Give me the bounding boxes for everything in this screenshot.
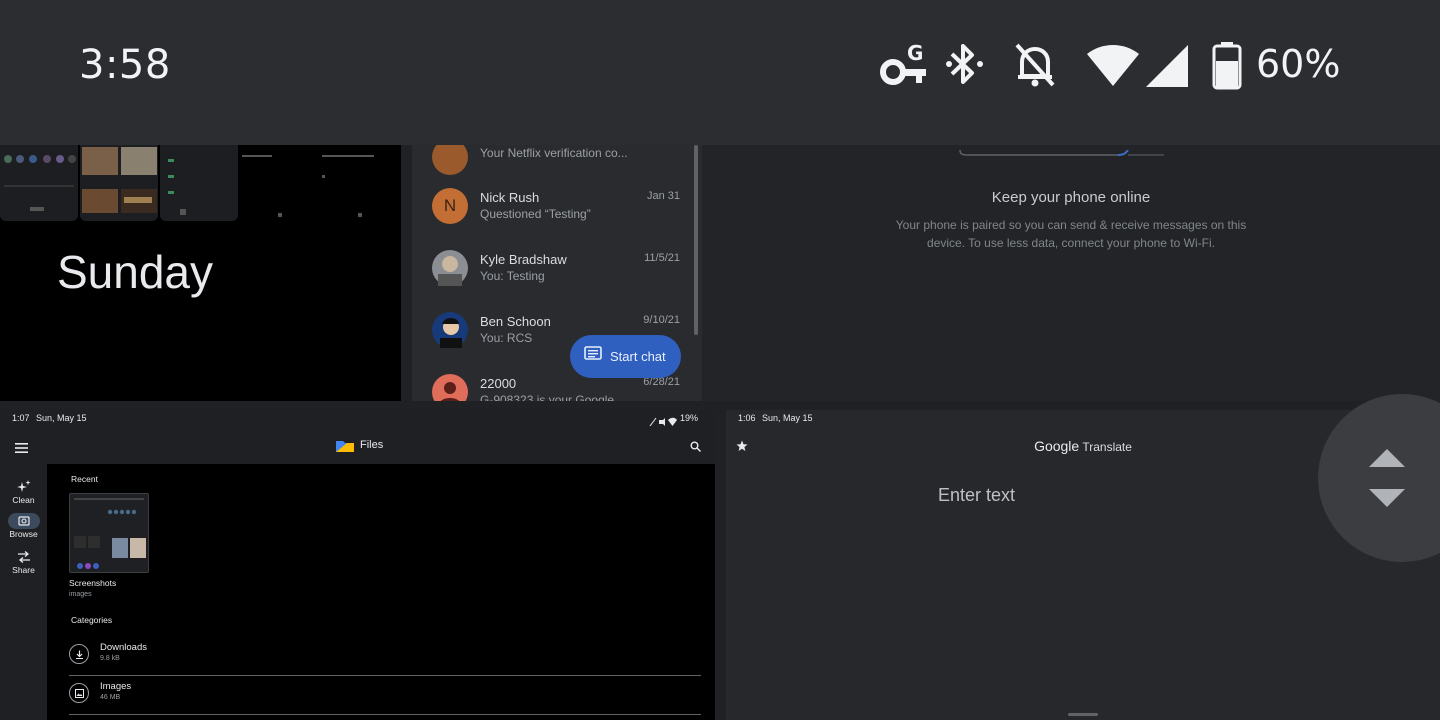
day-title: Sunday xyxy=(57,246,214,298)
status-clock: 3:58 xyxy=(79,42,171,88)
conversation-name: Ben Schoon xyxy=(480,314,551,329)
battery-icon xyxy=(1210,40,1244,95)
messages-web-window[interactable]: Keep your phone online Your phone is pai… xyxy=(702,145,1440,401)
categories-label: Categories xyxy=(71,615,113,625)
browse-icon xyxy=(7,513,40,529)
recent-item-type: images xyxy=(69,591,92,598)
rail-item-share[interactable]: Share xyxy=(0,551,47,575)
avatar xyxy=(432,250,468,286)
thumbnail xyxy=(240,145,318,221)
files-logo-icon xyxy=(335,438,355,458)
category-name: Downloads xyxy=(100,642,147,653)
rail-item-browse[interactable]: Browse xyxy=(0,513,47,539)
conversation-snippet: You: RCS xyxy=(480,331,533,345)
status-battery: 19% xyxy=(680,413,699,423)
recent-label: Recent xyxy=(71,474,98,484)
scroll-up-icon[interactable] xyxy=(1369,448,1405,473)
files-main-content: Recent Screenshots images Categories Dow… xyxy=(47,464,715,720)
rail-item-clean[interactable]: Clean xyxy=(0,480,47,505)
files-app-title: Files xyxy=(360,439,384,451)
thumbnail xyxy=(320,145,401,221)
rail-label: Browse xyxy=(9,529,38,539)
menu-icon[interactable] xyxy=(15,440,28,458)
conversation-name: Nick Rush xyxy=(480,190,540,205)
illustration xyxy=(958,145,1168,163)
thumbnail-strip xyxy=(0,145,401,221)
scroll-down-icon[interactable] xyxy=(1369,488,1405,513)
conversation-date: 11/5/21 xyxy=(644,252,680,264)
conversation-item[interactable]: Kyle Bradshaw You: Testing 11/5/21 xyxy=(412,247,702,309)
google-wordmark: Google xyxy=(1034,438,1080,454)
scrollbar[interactable] xyxy=(694,145,698,335)
translate-input[interactable]: Enter text xyxy=(938,485,1015,506)
conversation-name: Kyle Bradshaw xyxy=(480,252,567,267)
avatar xyxy=(432,312,468,348)
category-name: Images xyxy=(100,681,132,692)
status-bar: 3:58 G 60% xyxy=(0,0,1440,145)
status-time: 1:06 xyxy=(738,413,756,423)
category-size: 46 MB xyxy=(100,694,121,701)
search-icon[interactable] xyxy=(690,439,701,457)
download-icon xyxy=(69,644,89,664)
vpn-key-icon: G xyxy=(880,40,932,95)
image-icon xyxy=(69,683,89,703)
translate-app-name: Translate xyxy=(1079,440,1132,454)
avatar: N xyxy=(432,188,468,224)
avatar xyxy=(432,374,468,401)
recent-screenshots-card[interactable] xyxy=(69,493,149,573)
share-icon xyxy=(17,551,31,565)
conversation-name: 22000 xyxy=(480,376,517,391)
thumbnail xyxy=(0,145,78,221)
wifi-icon xyxy=(1086,40,1140,95)
avatar-initial: N xyxy=(443,196,457,215)
sparkle-icon xyxy=(16,480,31,495)
keep-phone-online-description: Your phone is paired so you can send & r… xyxy=(895,218,1247,250)
conversation-item[interactable]: N Nick Rush Questioned “Testing” Jan 31 xyxy=(412,185,702,247)
conversation-snippet: G-908323 is your Google xyxy=(480,393,615,401)
recent-item-name: Screenshots xyxy=(69,578,117,588)
conversation-snippet: Questioned “Testing” xyxy=(480,207,591,221)
category-downloads[interactable]: Downloads 9.8 kB xyxy=(69,638,701,676)
start-chat-label: Start chat xyxy=(610,349,666,364)
conversation-snippet: You: Testing xyxy=(480,269,545,283)
chat-icon xyxy=(584,346,602,367)
status-icons xyxy=(648,414,678,432)
rail-label: Clean xyxy=(12,495,35,505)
svg-text:G: G xyxy=(907,41,923,65)
files-app-window[interactable]: 1:07 Sun, May 15 19% Files Clean Browse … xyxy=(0,410,715,720)
avatar xyxy=(432,145,468,175)
start-chat-button[interactable]: Start chat xyxy=(570,335,681,378)
keep-phone-online-title: Keep your phone online xyxy=(991,189,1151,206)
category-images[interactable]: Images 46 MB xyxy=(69,677,701,715)
status-time: 1:07 xyxy=(12,413,30,423)
conversation-date: 9/10/21 xyxy=(643,314,680,326)
thumbnail xyxy=(80,145,158,221)
rail-label: Share xyxy=(12,565,35,575)
status-date: Sun, May 15 xyxy=(762,413,813,423)
gesture-handle[interactable] xyxy=(1068,713,1098,716)
bluetooth-icon xyxy=(944,40,986,95)
thumbnail xyxy=(160,145,238,221)
notifications-off-icon xyxy=(1012,40,1058,95)
battery-percentage: 60% xyxy=(1256,42,1341,86)
status-date: Sun, May 15 xyxy=(36,413,87,423)
conversation-date: Jan 31 xyxy=(646,190,680,202)
sunday-app-window[interactable]: Sunday xyxy=(0,145,401,401)
conversation-snippet: Your Netflix verification co... xyxy=(480,146,628,160)
category-size: 9.8 kB xyxy=(100,655,120,662)
messages-app-window[interactable]: Your Netflix verification co... N Nick R… xyxy=(412,145,702,401)
cellular-signal-icon xyxy=(1144,40,1190,95)
